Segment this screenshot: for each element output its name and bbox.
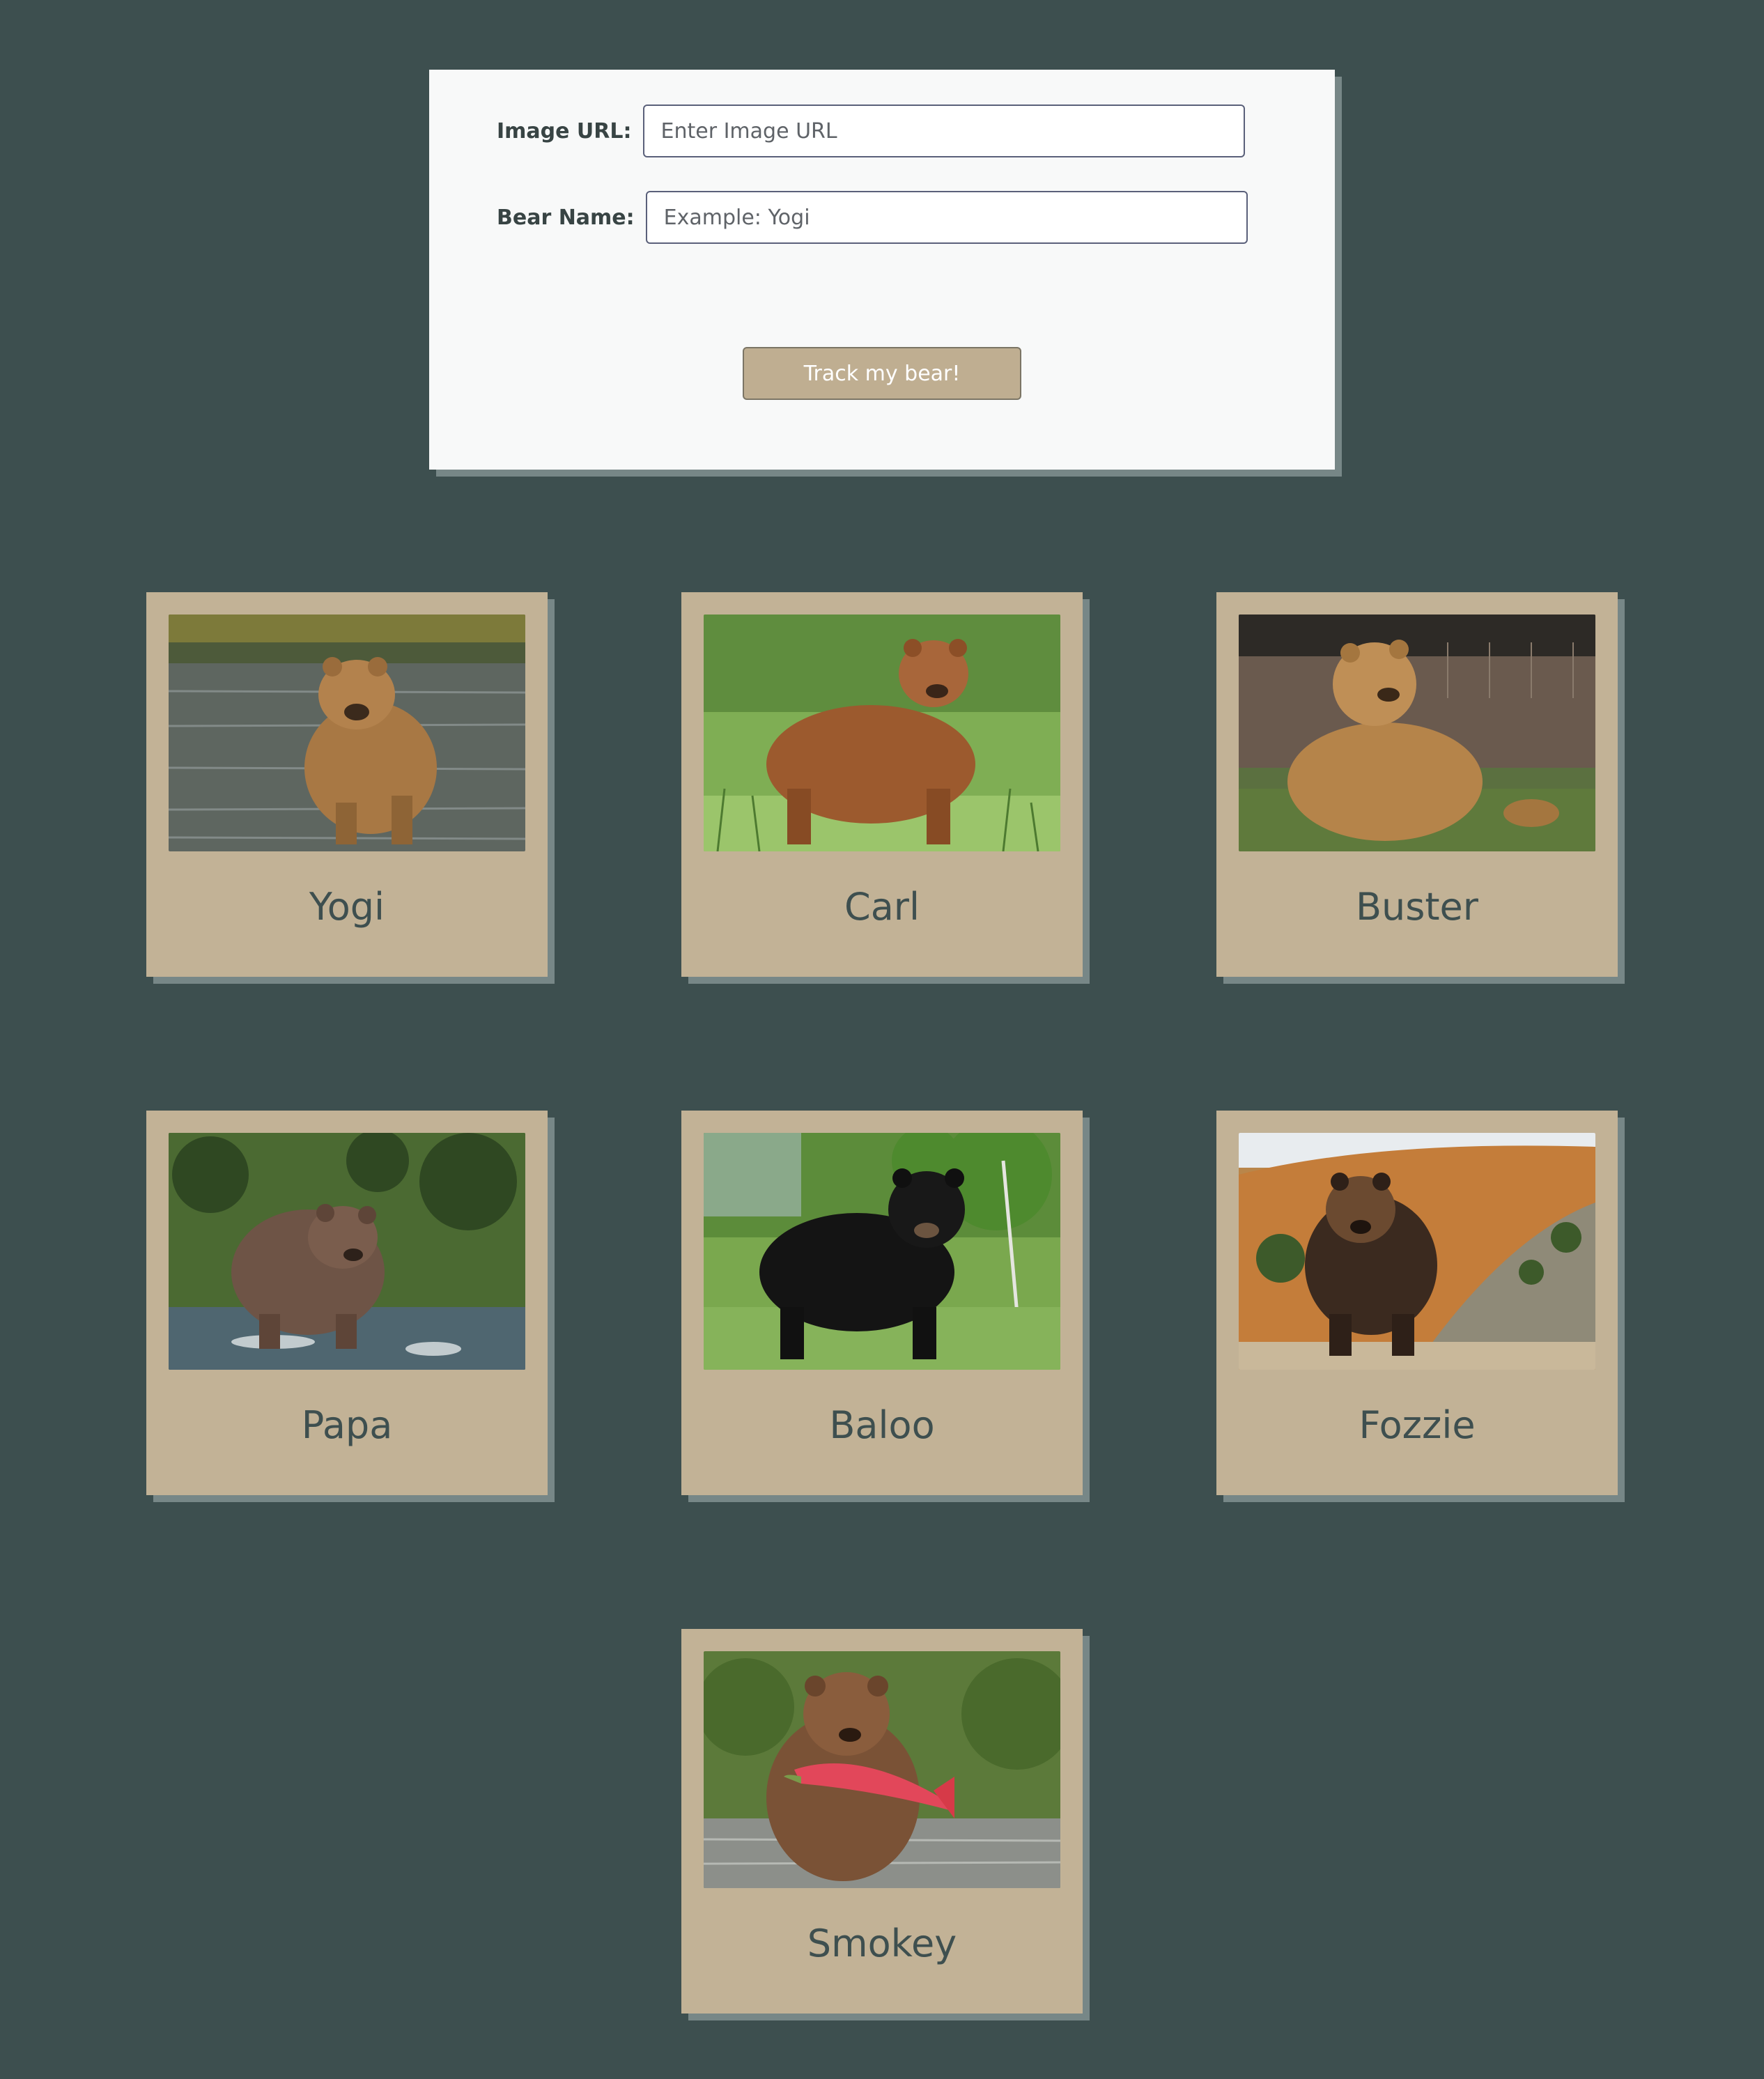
bear-name-carl: Carl xyxy=(844,885,920,929)
page: Image URL: Bear Name: Track my bear! xyxy=(0,0,1764,2079)
image-url-input[interactable] xyxy=(642,105,1245,157)
bear-name-input[interactable] xyxy=(645,191,1248,244)
bear-card-baloo[interactable]: Baloo xyxy=(681,1111,1083,1495)
bear-card-buster[interactable]: Buster xyxy=(1216,592,1618,977)
bear-photo-smokey xyxy=(704,1651,1060,1888)
bear-name-buster: Buster xyxy=(1355,885,1478,929)
image-url-label: Image URL: xyxy=(497,118,632,144)
bear-card-yogi[interactable]: Yogi xyxy=(146,592,548,977)
track-bear-button[interactable]: Track my bear! xyxy=(743,347,1021,400)
bear-photo-carl xyxy=(704,615,1060,851)
bear-photo-baloo xyxy=(704,1133,1060,1370)
bear-name-row: Bear Name: xyxy=(497,191,1248,244)
bear-name-fozzie: Fozzie xyxy=(1359,1403,1476,1447)
bear-card-papa[interactable]: Papa xyxy=(146,1111,548,1495)
image-url-row: Image URL: xyxy=(497,105,1245,157)
bear-photo-fozzie xyxy=(1239,1133,1595,1370)
bear-name-label: Bear Name: xyxy=(497,205,635,230)
bear-photo-papa xyxy=(169,1133,525,1370)
bear-name-baloo: Baloo xyxy=(829,1403,935,1447)
bear-card-fozzie[interactable]: Fozzie xyxy=(1216,1111,1618,1495)
bear-card-smokey[interactable]: Smokey xyxy=(681,1629,1083,2014)
bear-name-smokey: Smokey xyxy=(807,1922,957,1965)
bear-photo-yogi xyxy=(169,615,525,851)
bear-card-carl[interactable]: Carl xyxy=(681,592,1083,977)
bear-form: Image URL: Bear Name: Track my bear! xyxy=(429,70,1335,470)
bear-photo-buster xyxy=(1239,615,1595,851)
bear-name-papa: Papa xyxy=(301,1403,393,1447)
bear-name-yogi: Yogi xyxy=(309,885,385,929)
